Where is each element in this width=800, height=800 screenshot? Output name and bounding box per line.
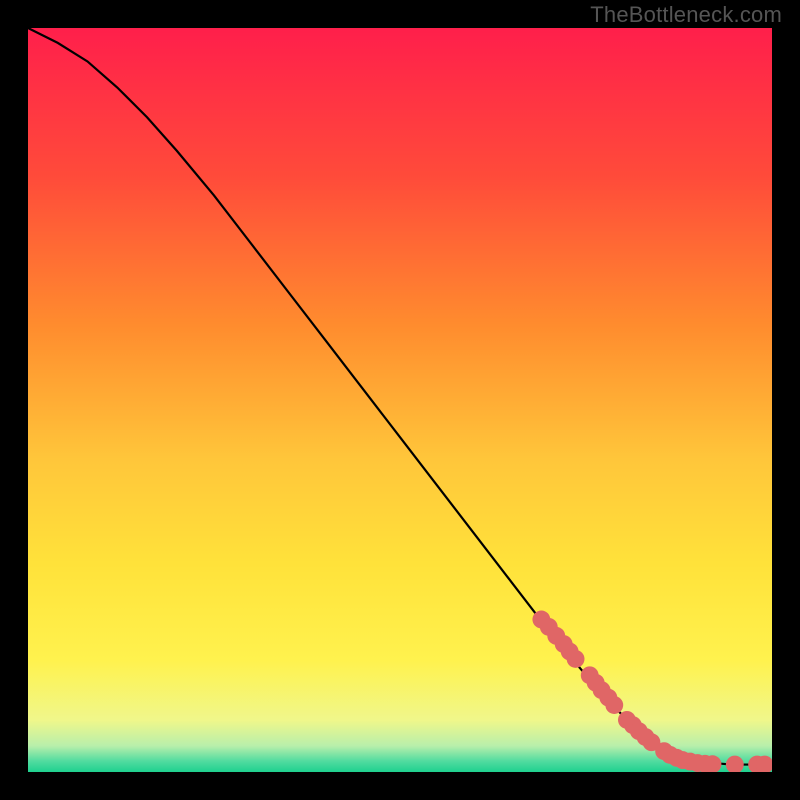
plot-area	[28, 28, 772, 772]
data-marker	[567, 650, 585, 668]
watermark-text: TheBottleneck.com	[590, 2, 782, 28]
data-marker	[605, 696, 623, 714]
chart-svg	[28, 28, 772, 772]
chart-frame: TheBottleneck.com	[0, 0, 800, 800]
gradient-background	[28, 28, 772, 772]
